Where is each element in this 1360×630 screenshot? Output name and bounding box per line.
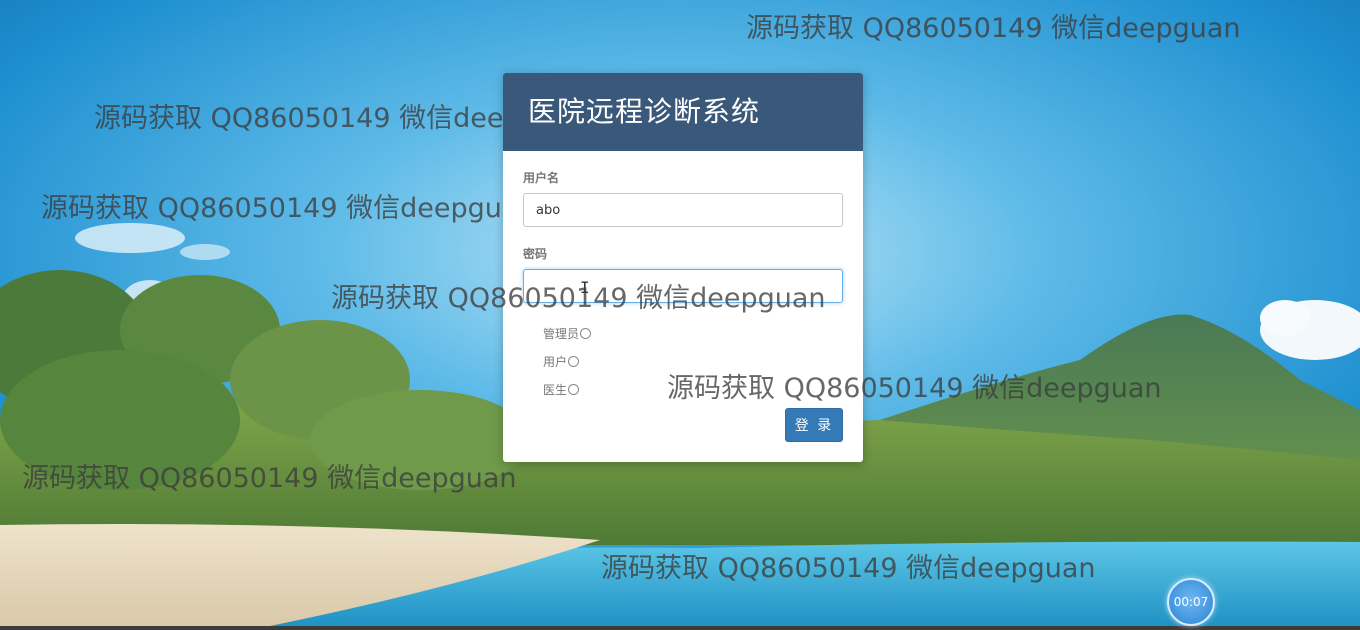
role-radio-group: 管理员 用户 医生 xyxy=(523,319,843,403)
login-form: 用户名 密码 管理员 用户 医生 登 录 xyxy=(503,151,863,442)
role-label-doctor: 医生 xyxy=(543,382,568,397)
login-panel: 医院远程诊断系统 用户名 密码 管理员 用户 医生 登 录 xyxy=(503,73,863,462)
password-input[interactable] xyxy=(523,269,843,303)
role-radio-user[interactable] xyxy=(568,355,580,367)
role-option-user[interactable]: 用户 xyxy=(543,347,843,375)
role-option-doctor[interactable]: 医生 xyxy=(543,375,843,403)
username-label: 用户名 xyxy=(523,171,560,185)
recording-timer[interactable]: 00:07 xyxy=(1167,578,1215,626)
role-option-admin[interactable]: 管理员 xyxy=(543,319,843,347)
login-title: 医院远程诊断系统 xyxy=(503,73,863,151)
username-input[interactable] xyxy=(523,193,843,227)
role-radio-admin[interactable] xyxy=(580,327,592,339)
login-button[interactable]: 登 录 xyxy=(785,408,843,442)
password-label: 密码 xyxy=(523,247,548,261)
role-label-user: 用户 xyxy=(543,354,568,369)
role-radio-doctor[interactable] xyxy=(568,383,580,395)
text-cursor-icon: I xyxy=(580,278,590,297)
role-label-admin: 管理员 xyxy=(543,326,580,341)
